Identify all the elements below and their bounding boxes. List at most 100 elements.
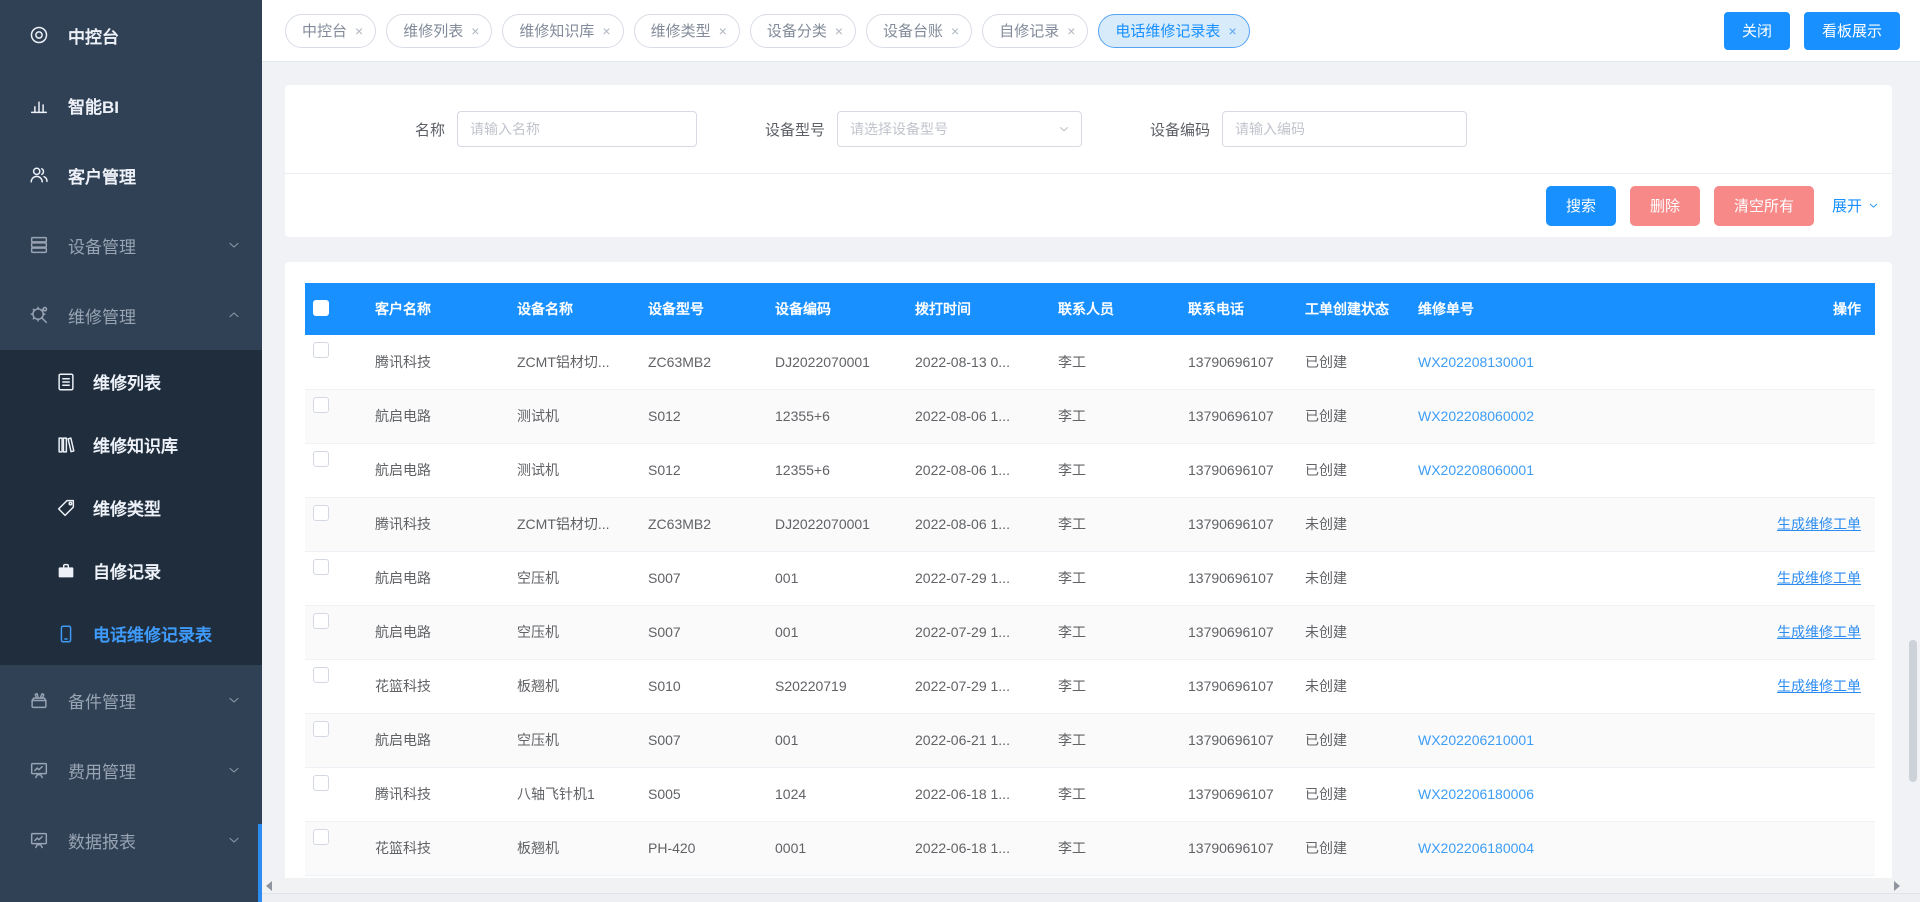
sidebar-subitem-repair-list[interactable]: 维修列表 [0,350,262,413]
sidebar-item-repair-mgmt[interactable]: 维修管理 [0,280,262,350]
row-checkbox[interactable] [313,667,329,683]
tab-close-icon[interactable]: × [719,24,727,38]
close-button[interactable]: 关闭 [1724,12,1790,50]
chevron-down-icon [226,237,242,253]
repair-order-link[interactable]: WX202208130001 [1418,354,1534,370]
sidebar-item-smart-bi[interactable]: 智能BI [0,70,262,140]
generate-work-order-link[interactable]: 生成维修工单 [1777,678,1861,694]
call-time-cell: 2022-08-13 0... [915,335,1058,389]
sidebar-subitem-label: 自修记录 [93,558,161,583]
call-time-cell: 2022-08-06 1... [915,497,1058,551]
tab-close-icon[interactable]: × [1067,24,1075,38]
row-checkbox[interactable] [313,775,329,791]
model-select[interactable]: 请选择设备型号 [837,111,1082,147]
row-checkbox[interactable] [313,342,329,358]
row-checkbox[interactable] [313,829,329,845]
device-code-cell: 001 [775,605,915,659]
generate-work-order-link[interactable]: 生成维修工单 [1777,624,1861,640]
name-input[interactable] [457,111,697,147]
tab-repair-list[interactable]: 维修列表× [386,14,492,48]
device-model-cell: S007 [648,713,775,767]
horizontal-scrollbar[interactable] [262,878,1904,893]
table-row: 航启电路空压机S0070012022-07-29 1...李工137906961… [305,605,1875,659]
model-label: 设备型号 [765,119,825,140]
generate-work-order-link[interactable]: 生成维修工单 [1777,516,1861,532]
chevron-down-icon [1057,122,1071,136]
sidebar-subitem-repair-type[interactable]: 维修类型 [0,476,262,539]
generate-work-order-link[interactable]: 生成维修工单 [1777,570,1861,586]
expand-label: 展开 [1832,195,1862,216]
scroll-right-arrow-icon[interactable] [1894,881,1900,891]
row-checkbox[interactable] [313,559,329,575]
call-time-cell: 2022-06-21 1... [915,713,1058,767]
order-status-cell: 未创建 [1305,605,1418,659]
repair-order-link[interactable]: WX202208060002 [1418,408,1534,424]
tab-close-icon[interactable]: × [602,24,610,38]
customers-icon [28,164,50,186]
sidebar-item-label: 设备管理 [68,233,136,258]
customer-cell: 航启电路 [375,551,517,605]
row-checkbox[interactable] [313,721,329,737]
sidebar: 中控台智能BI 客户管理设备管理维修管理维修列表维修知识库维修类型自修记录电话维修… [0,0,262,902]
model-field: 设备型号 请选择设备型号 [765,111,1082,147]
row-select-cell [305,713,375,767]
sidebar-item-label: 智能BI [68,93,119,118]
order-no-cell: WX202206210001 [1418,713,1668,767]
bottom-strip [262,893,1920,902]
column-header: 设备名称 [517,283,648,335]
tab-repair-type[interactable]: 维修类型× [634,14,740,48]
repair-order-link[interactable]: WX202206210001 [1418,732,1534,748]
expand-toggle[interactable]: 展开 [1832,195,1880,216]
delete-button[interactable]: 删除 [1630,186,1700,226]
device-code-cell: DJ2022070001 [775,335,915,389]
column-header: 维修单号 [1418,283,1668,335]
repair-icon [28,304,50,326]
table-row: 腾讯科技八轴飞针机1S00510242022-06-18 1...李工13790… [305,767,1875,821]
sidebar-item-device-mgmt[interactable]: 设备管理 [0,210,262,280]
code-input[interactable] [1222,111,1467,147]
tab-close-icon[interactable]: × [471,24,479,38]
sidebar-item-spare-parts-mgmt[interactable]: 备件管理 [0,665,262,735]
sidebar-subitem-phone-repair-record[interactable]: 电话维修记录表 [0,602,262,665]
repair-order-link[interactable]: WX202208060001 [1418,462,1534,478]
tab-close-icon[interactable]: × [835,24,843,38]
search-button[interactable]: 搜索 [1546,186,1616,226]
row-checkbox[interactable] [313,397,329,413]
order-status-cell: 已创建 [1305,443,1418,497]
tab-phone-repair-records[interactable]: 电话维修记录表× [1098,14,1249,48]
call-time-cell: 2022-07-29 1... [915,659,1058,713]
model-select-placeholder: 请选择设备型号 [850,119,1057,139]
sidebar-item-label: 费用管理 [68,758,136,783]
tab-close-icon[interactable]: × [355,24,363,38]
tab-device-category[interactable]: 设备分类× [750,14,856,48]
repair-order-link[interactable]: WX202206180004 [1418,840,1534,856]
contact-cell: 李工 [1058,605,1188,659]
tab-self-repair[interactable]: 自修记录× [982,14,1088,48]
sidebar-subitem-self-repair-record[interactable]: 自修记录 [0,539,262,602]
row-checkbox[interactable] [313,505,329,521]
sidebar-subitem-repair-knowledge[interactable]: 维修知识库 [0,413,262,476]
row-checkbox[interactable] [313,451,329,467]
sidebar-item-console[interactable]: 中控台 [0,0,262,70]
tab-repair-knowledge[interactable]: 维修知识库× [502,14,623,48]
sidebar-item-customer-mgmt[interactable]: 客户管理 [0,140,262,210]
tab-close-icon[interactable]: × [951,24,959,38]
tab-close-icon[interactable]: × [1228,24,1236,38]
column-header: 操作 [1668,283,1875,335]
sidebar-item-data-report[interactable]: 数据报表 [0,805,262,875]
sidebar-subitem-label: 维修类型 [93,495,161,520]
action-cell: 生成维修工单 [1668,497,1875,551]
table-row: 花篮科技板翘机PH-42000012022-06-18 1...李工137906… [305,821,1875,875]
select-all-checkbox[interactable] [313,300,329,316]
sidebar-item-system-settings[interactable]: 系统设置 [0,875,262,902]
vertical-scrollbar-thumb[interactable] [1909,640,1917,782]
tab-bar: 中控台× 维修列表× 维修知识库× 维修类型× 设备分类× 设备台账× 自修记录× 电话维修记… [262,0,1920,62]
scroll-left-arrow-icon[interactable] [266,881,272,891]
sidebar-item-fee-mgmt[interactable]: 费用管理 [0,735,262,805]
clear-all-button[interactable]: 清空所有 [1714,186,1814,226]
tab-console[interactable]: 中控台× [285,14,376,48]
tab-device-ledger[interactable]: 设备台账× [866,14,972,48]
board-display-button[interactable]: 看板展示 [1804,12,1900,50]
row-checkbox[interactable] [313,613,329,629]
repair-order-link[interactable]: WX202206180006 [1418,786,1534,802]
